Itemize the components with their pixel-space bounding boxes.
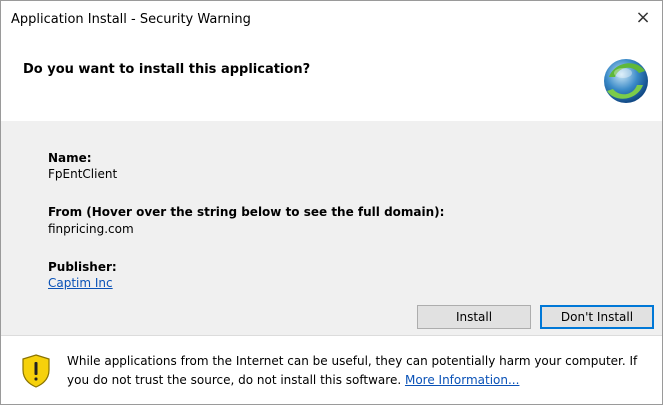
publisher-link[interactable]: Captim Inc [48,276,113,290]
title-bar: Application Install - Security Warning × [1,1,662,45]
name-label: Name: [48,151,92,165]
details-panel: Name: FpEntClient From (Hover over the s… [1,121,662,335]
install-button[interactable]: Install [417,305,531,329]
close-icon[interactable]: × [632,7,654,29]
window-title: Application Install - Security Warning [11,12,251,27]
from-value[interactable]: finpricing.com [48,222,134,236]
security-warning-dialog: Application Install - Security Warning ×… [0,0,663,405]
warning-line-1: While applications from the Internet can… [67,354,638,368]
dont-install-button[interactable]: Don't Install [540,305,654,329]
more-information-link[interactable]: More Information... [405,373,519,387]
clickonce-globe-icon [604,59,648,103]
warning-text: While applications from the Internet can… [67,352,647,390]
install-question: Do you want to install this application? [23,62,311,77]
warning-footer: While applications from the Internet can… [1,335,662,404]
name-value: FpEntClient [48,167,118,181]
publisher-label: Publisher: [48,260,117,274]
from-label: From (Hover over the string below to see… [48,205,445,219]
security-shield-warning-icon [22,354,50,388]
warning-line-2: you do not trust the source, do not inst… [67,373,402,387]
